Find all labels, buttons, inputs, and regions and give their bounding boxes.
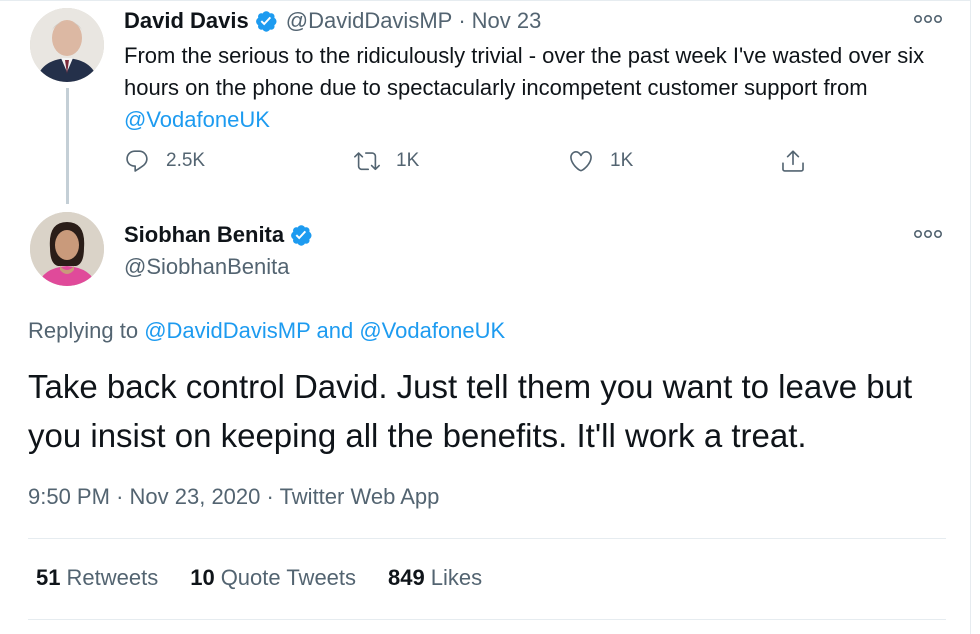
tweet-page: David Davis @DavidDavisMP · Nov 23 From … bbox=[0, 0, 980, 634]
verified-icon bbox=[291, 225, 312, 246]
parent-tweet-mention[interactable]: @VodafoneUK bbox=[124, 107, 270, 132]
retweets-stat[interactable]: 51 Retweets bbox=[36, 565, 158, 591]
thread-connector-line bbox=[66, 88, 69, 204]
engagement-stats: 51 Retweets 10 Quote Tweets 849 Likes bbox=[36, 565, 514, 591]
like-icon bbox=[570, 150, 592, 172]
replying-to-mention-1[interactable]: @DavidDavisMP bbox=[144, 318, 310, 343]
retweet-icon bbox=[354, 152, 380, 171]
tweet-source[interactable]: Twitter Web App bbox=[280, 484, 440, 509]
retweets-label: Retweets bbox=[66, 565, 159, 590]
likes-label: Likes bbox=[430, 565, 483, 590]
main-author-name[interactable]: Siobhan Benita bbox=[124, 222, 284, 248]
share-icon bbox=[782, 150, 804, 172]
divider bbox=[28, 619, 946, 620]
quote-tweets-stat[interactable]: 10 Quote Tweets bbox=[190, 565, 356, 591]
replying-to-and: and bbox=[310, 318, 360, 343]
replying-to-line: Replying to @DavidDavisMP and @VodafoneU… bbox=[28, 318, 505, 344]
retweets-count: 51 bbox=[36, 565, 61, 590]
reply-button[interactable]: 2.5K bbox=[124, 148, 205, 174]
parent-author-name[interactable]: David Davis bbox=[124, 8, 249, 34]
likes-stat[interactable]: 849 Likes bbox=[388, 565, 482, 591]
share-button[interactable] bbox=[780, 148, 806, 174]
like-count: 1K bbox=[610, 150, 634, 171]
like-button[interactable]: 1K bbox=[568, 148, 633, 174]
replying-to-label: Replying to bbox=[28, 318, 145, 343]
reply-icon bbox=[126, 150, 148, 172]
reply-count: 2.5K bbox=[166, 150, 206, 171]
meta-separator: · bbox=[116, 484, 124, 509]
main-author-handle[interactable]: @SiobhanBenita bbox=[124, 254, 289, 280]
replying-to-mention-2[interactable]: @VodafoneUK bbox=[359, 318, 505, 343]
tweet-metadata: 9:50 PM · Nov 23, 2020 · Twitter Web App bbox=[28, 484, 439, 510]
parent-tweet-body: From the serious to the ridiculously tri… bbox=[124, 43, 925, 100]
quote-tweets-count: 10 bbox=[190, 565, 215, 590]
parent-tweet-text: From the serious to the ridiculously tri… bbox=[124, 40, 954, 136]
main-tweet-text: Take back control David. Just tell them … bbox=[28, 368, 913, 454]
parent-tweet-date[interactable]: Nov 23 bbox=[472, 8, 542, 34]
main-author-avatar[interactable] bbox=[30, 212, 104, 286]
verified-icon bbox=[255, 11, 277, 32]
meta-separator: · bbox=[266, 484, 274, 509]
more-icon[interactable] bbox=[913, 14, 943, 24]
more-icon[interactable] bbox=[913, 229, 943, 239]
likes-count: 849 bbox=[388, 565, 425, 590]
tweet-time[interactable]: 9:50 PM bbox=[28, 484, 110, 509]
divider bbox=[28, 538, 946, 539]
top-divider bbox=[0, 0, 970, 1]
retweet-count: 1K bbox=[396, 150, 420, 171]
right-divider bbox=[970, 0, 971, 634]
main-tweet-header: Siobhan Benita bbox=[124, 222, 313, 248]
parent-tweet-actions: 2.5K 1K 1K bbox=[124, 148, 824, 182]
parent-author-avatar[interactable] bbox=[30, 8, 104, 82]
header-separator: · bbox=[458, 8, 466, 33]
quote-tweets-label: Quote Tweets bbox=[220, 565, 357, 590]
parent-tweet-header: David Davis @DavidDavisMP · Nov 23 bbox=[124, 8, 541, 34]
retweet-button[interactable]: 1K bbox=[354, 148, 419, 174]
parent-author-handle[interactable]: @DavidDavisMP bbox=[286, 8, 453, 34]
tweet-full-date[interactable]: Nov 23, 2020 bbox=[130, 484, 261, 509]
